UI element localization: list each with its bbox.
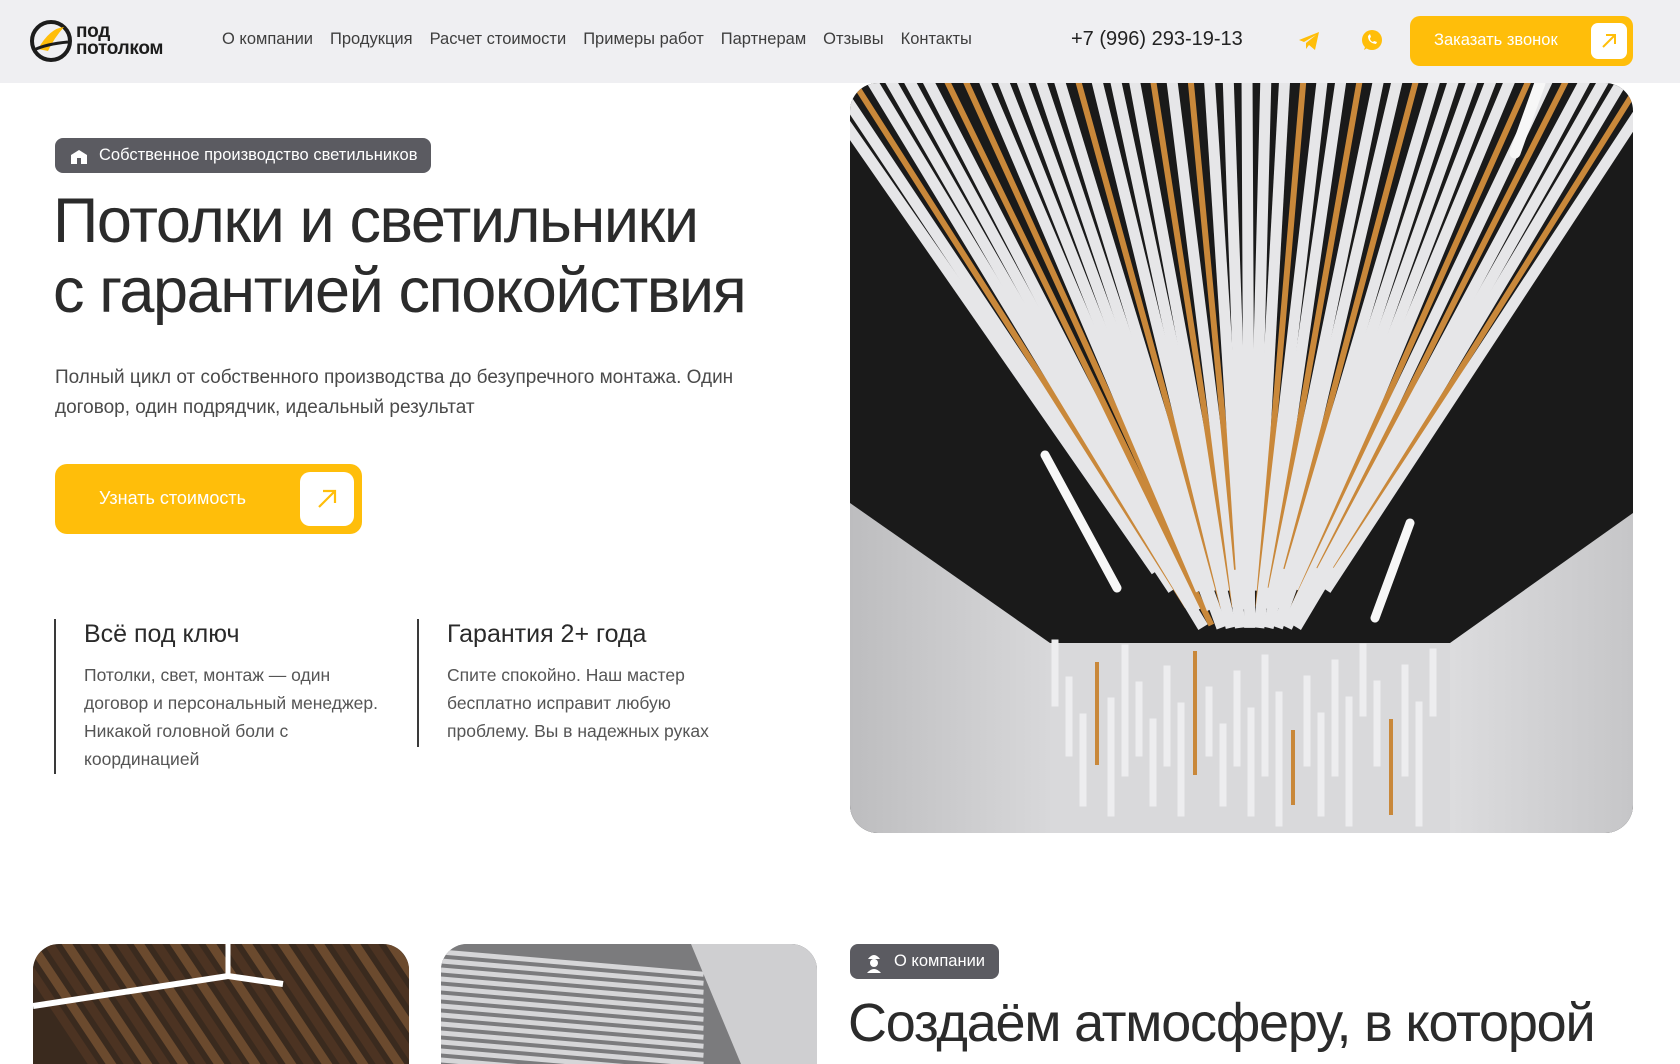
about-badge-label: О компании [894, 952, 985, 970]
telegram-icon[interactable] [1296, 28, 1322, 54]
arrow-up-right-icon [1591, 23, 1627, 59]
order-call-label: Заказать звонок [1434, 31, 1558, 49]
nav-item-reviews[interactable]: Отзывы [823, 30, 883, 49]
feature-title: Всё под ключ [84, 620, 240, 648]
get-price-label: Узнать стоимость [99, 488, 246, 508]
feature-text: Потолки, свет, монтаж — один договор и п… [84, 665, 378, 769]
factory-icon [71, 149, 87, 164]
feature-warranty: Гарантия 2+ года Спите спокойно. Наш мас… [417, 619, 747, 747]
logo-text: под потолком [76, 21, 164, 59]
arrow-up-right-icon [300, 472, 354, 526]
logo[interactable]: под потолком [28, 18, 198, 64]
worker-icon [867, 954, 881, 973]
nav-item-partners[interactable]: Партнерам [721, 30, 806, 49]
nav-item-contacts[interactable]: Контакты [901, 30, 972, 49]
production-badge: Собственное производство светильников [55, 138, 432, 173]
nav-item-price-calc[interactable]: Расчет стоимости [430, 30, 567, 49]
about-badge: О компании [850, 944, 999, 979]
get-price-button[interactable]: Узнать стоимость [55, 464, 362, 534]
hero-description: Полный цикл от собственного производства… [55, 367, 734, 418]
feature-turnkey: Всё под ключ Потолки, свет, монтаж — оди… [54, 619, 394, 774]
production-badge-label: Собственное производство светильников [99, 146, 418, 164]
about-title: Создаём атмосферу, в которой [848, 993, 1596, 1053]
project-photo-slat-ceiling [441, 944, 817, 1064]
nav-item-about[interactable]: О компании [222, 30, 313, 49]
feature-text: Спите спокойно. Наш мастер бесплатно исп… [447, 665, 709, 741]
nav-item-products[interactable]: Продукция [330, 30, 413, 49]
whatsapp-icon[interactable] [1359, 28, 1385, 54]
feature-title: Гарантия 2+ года [447, 620, 647, 648]
hero-ceiling-photo [850, 83, 1633, 833]
hero-title: Потолки и светильники с гарантией спокой… [53, 186, 747, 326]
project-photo-wood-ceiling [33, 944, 409, 1064]
phone-link[interactable]: +7 (996) 293-19-13 [1071, 28, 1243, 51]
site-header: под потолком О компании Продукция Расчет… [0, 0, 1680, 83]
order-call-button[interactable]: Заказать звонок [1410, 16, 1633, 66]
nav-item-portfolio[interactable]: Примеры работ [583, 30, 704, 49]
main-nav: О компании Продукция Расчет стоимости Пр… [222, 30, 972, 49]
logo-icon [30, 20, 72, 62]
